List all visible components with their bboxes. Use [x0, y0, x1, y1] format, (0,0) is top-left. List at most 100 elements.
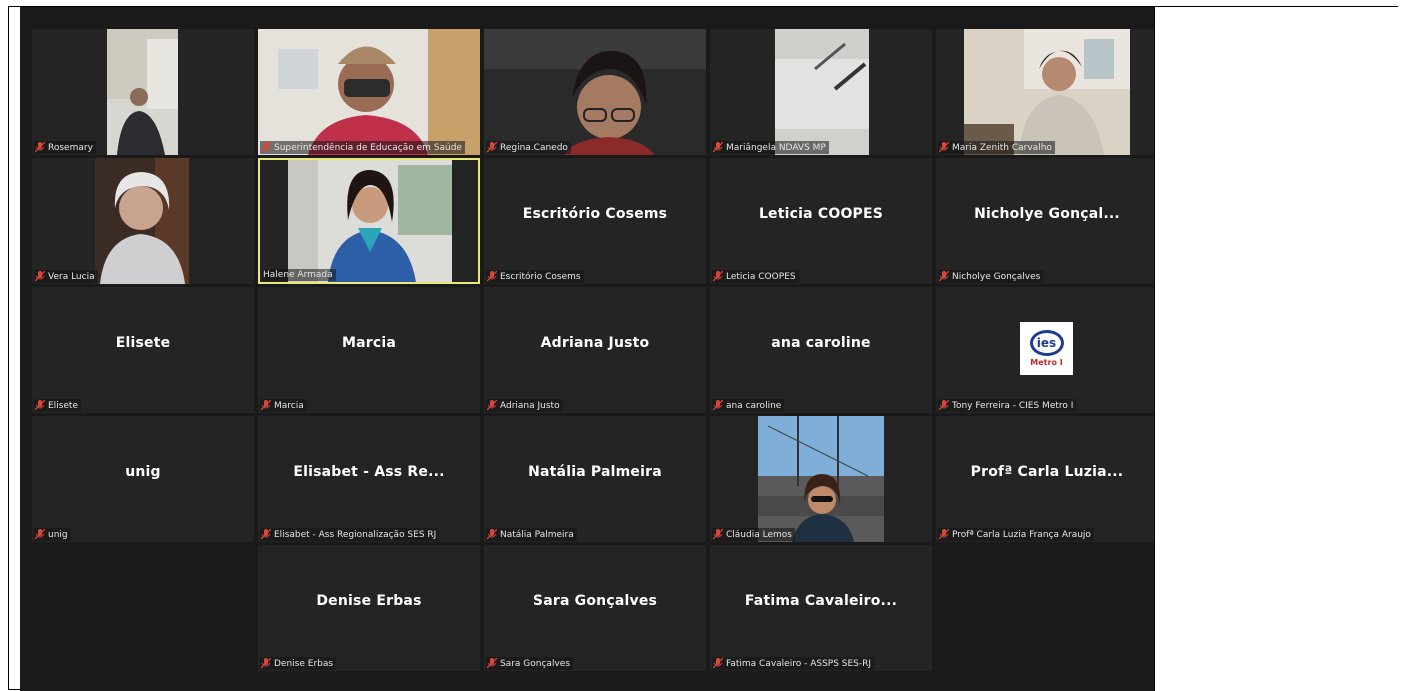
- participant-name-label: Elisabet - Ass Regionalização SES RJ: [260, 528, 440, 541]
- participant-video: [964, 29, 1130, 155]
- participant-tile[interactable]: Rosemary: [32, 29, 254, 155]
- participant-name: Tony Ferreira - CIES Metro I: [952, 400, 1074, 411]
- mic-muted-icon: [713, 529, 723, 540]
- participant-tile-active-speaker[interactable]: Halene Armada: [258, 158, 480, 284]
- mic-muted-icon: [487, 529, 497, 540]
- participant-video: [484, 29, 706, 155]
- participant-name: Adriana Justo: [500, 400, 560, 411]
- participant-tile[interactable]: ana caroline ana caroline: [710, 287, 932, 413]
- participant-tile[interactable]: Fatima Cavaleiro... Fatima Cavaleiro - A…: [710, 545, 932, 671]
- participant-display-name: Fatima Cavaleiro...: [744, 593, 898, 609]
- participant-display-name: Elisete: [115, 335, 171, 351]
- mic-muted-icon: [939, 400, 949, 411]
- mic-muted-icon: [261, 400, 271, 411]
- participant-display-name: Adriana Justo: [540, 335, 650, 351]
- participant-video: [288, 160, 452, 282]
- participant-name: Profª Carla Luzia França Araujo: [952, 529, 1091, 540]
- participant-grid: Rosemary Superintendência de Educação em…: [32, 29, 1154, 671]
- participant-name-label: Cláudia Lemos: [712, 528, 795, 541]
- participant-tile[interactable]: Maria Zenith Carvalho: [936, 29, 1154, 155]
- participant-name: Vera Lucia: [48, 271, 95, 282]
- participant-tile[interactable]: Vera Lucia: [32, 158, 254, 284]
- mic-muted-icon: [35, 400, 45, 411]
- participant-display-name: Marcia: [341, 335, 397, 351]
- participant-name: Fatima Cavaleiro - ASSPS SES-RJ: [726, 658, 872, 669]
- mic-muted-icon: [713, 658, 723, 669]
- participant-video: [258, 29, 480, 155]
- participant-name: Leticia COOPES: [726, 271, 796, 282]
- participant-display-name: Nicholye Gonçal...: [974, 206, 1120, 222]
- participant-tile[interactable]: Sara Gonçalves Sara Gonçalves: [484, 545, 706, 671]
- participant-tile[interactable]: Marcia Marcia: [258, 287, 480, 413]
- mic-muted-icon: [713, 142, 723, 153]
- meeting-gallery-view: Rosemary Superintendência de Educação em…: [20, 7, 1154, 691]
- blank-side-panel: [1154, 7, 1399, 691]
- participant-video: [758, 416, 884, 542]
- participant-name-label: Profª Carla Luzia França Araujo: [938, 528, 1094, 541]
- participant-tile[interactable]: Regina.Canedo: [484, 29, 706, 155]
- mic-muted-icon: [261, 142, 271, 153]
- participant-tile[interactable]: Natália Palmeira Natália Palmeira: [484, 416, 706, 542]
- mic-muted-icon: [261, 529, 271, 540]
- participant-display-name: Natália Palmeira: [528, 464, 662, 480]
- participant-name: Escritório Cosems: [500, 271, 581, 282]
- participant-video: [107, 29, 178, 155]
- mic-muted-icon: [713, 400, 723, 411]
- mic-muted-icon: [35, 271, 45, 282]
- participant-display-name: Leticia COOPES: [758, 206, 884, 222]
- participant-tile[interactable]: Profª Carla Luzia... Profª Carla Luzia F…: [936, 416, 1154, 542]
- participant-display-name: unig: [125, 464, 161, 480]
- participant-name-label: unig: [34, 528, 71, 541]
- participant-name-label: ana caroline: [712, 399, 785, 412]
- participant-name: Denise Erbas: [274, 658, 334, 669]
- participant-video: [775, 29, 869, 155]
- mic-muted-icon: [487, 142, 497, 153]
- participant-tile[interactable]: Superintendência de Educação em Saúde: [258, 29, 480, 155]
- participant-tile[interactable]: Denise Erbas Denise Erbas: [258, 545, 480, 671]
- participant-display-name: ana caroline: [771, 335, 871, 351]
- mic-muted-icon: [35, 529, 45, 540]
- mic-muted-icon: [487, 658, 497, 669]
- participant-name: ana caroline: [726, 400, 782, 411]
- participant-name-label: Superintendência de Educação em Saúde: [260, 141, 465, 154]
- participant-tile[interactable]: Adriana Justo Adriana Justo: [484, 287, 706, 413]
- participant-tile[interactable]: Leticia COOPES Leticia COOPES: [710, 158, 932, 284]
- cies-metro-logo: ies Metro I: [1020, 322, 1073, 375]
- participant-display-name: Profª Carla Luzia...: [970, 464, 1124, 480]
- participant-tile[interactable]: Escritório Cosems Escritório Cosems: [484, 158, 706, 284]
- participant-name: Regina.Canedo: [500, 142, 568, 153]
- participant-name: Sara Gonçalves: [500, 658, 571, 669]
- participant-name-label: Marcia: [260, 399, 307, 412]
- participant-name: Mariângela NDAVS MP: [726, 142, 826, 153]
- participant-tile[interactable]: Mariângela NDAVS MP: [710, 29, 932, 155]
- participant-name: Cláudia Lemos: [726, 529, 792, 540]
- participant-tile[interactable]: ies Metro I Tony Ferreira - CIES Metro I: [936, 287, 1154, 413]
- participant-name-label: Fatima Cavaleiro - ASSPS SES-RJ: [712, 657, 875, 670]
- participant-name: Natália Palmeira: [500, 529, 574, 540]
- mic-muted-icon: [939, 529, 949, 540]
- participant-tile[interactable]: Elisete Elisete: [32, 287, 254, 413]
- mic-muted-icon: [261, 658, 271, 669]
- participant-name: Maria Zenith Carvalho: [952, 142, 1052, 153]
- participant-name: Halene Armada: [263, 270, 333, 280]
- participant-tile[interactable]: Elisabet - Ass Re... Elisabet - Ass Regi…: [258, 416, 480, 542]
- participant-name-label: Maria Zenith Carvalho: [938, 141, 1055, 154]
- participant-display-name: Sara Gonçalves: [532, 593, 658, 609]
- participant-name: Nicholye Gonçalves: [952, 271, 1041, 282]
- participant-tile[interactable]: unig unig: [32, 416, 254, 542]
- participant-name: Elisete: [48, 400, 78, 411]
- mic-muted-icon: [35, 142, 45, 153]
- logo-ring: ies: [1029, 330, 1064, 356]
- participant-name-label: Vera Lucia: [34, 270, 98, 283]
- participant-name-label: Nicholye Gonçalves: [938, 270, 1044, 283]
- participant-name-label: Halene Armada: [262, 269, 336, 281]
- participant-name-label: Elisete: [34, 399, 81, 412]
- participant-name-label: Rosemary: [34, 141, 96, 154]
- participant-tile[interactable]: Cláudia Lemos: [710, 416, 932, 542]
- mic-muted-icon: [939, 271, 949, 282]
- participant-name: Elisabet - Ass Regionalização SES RJ: [274, 529, 437, 540]
- participant-name: Superintendência de Educação em Saúde: [274, 142, 462, 153]
- participant-tile[interactable]: Nicholye Gonçal... Nicholye Gonçalves: [936, 158, 1154, 284]
- logo-subtext: Metro I: [1030, 358, 1063, 367]
- participant-name-label: Tony Ferreira - CIES Metro I: [938, 399, 1077, 412]
